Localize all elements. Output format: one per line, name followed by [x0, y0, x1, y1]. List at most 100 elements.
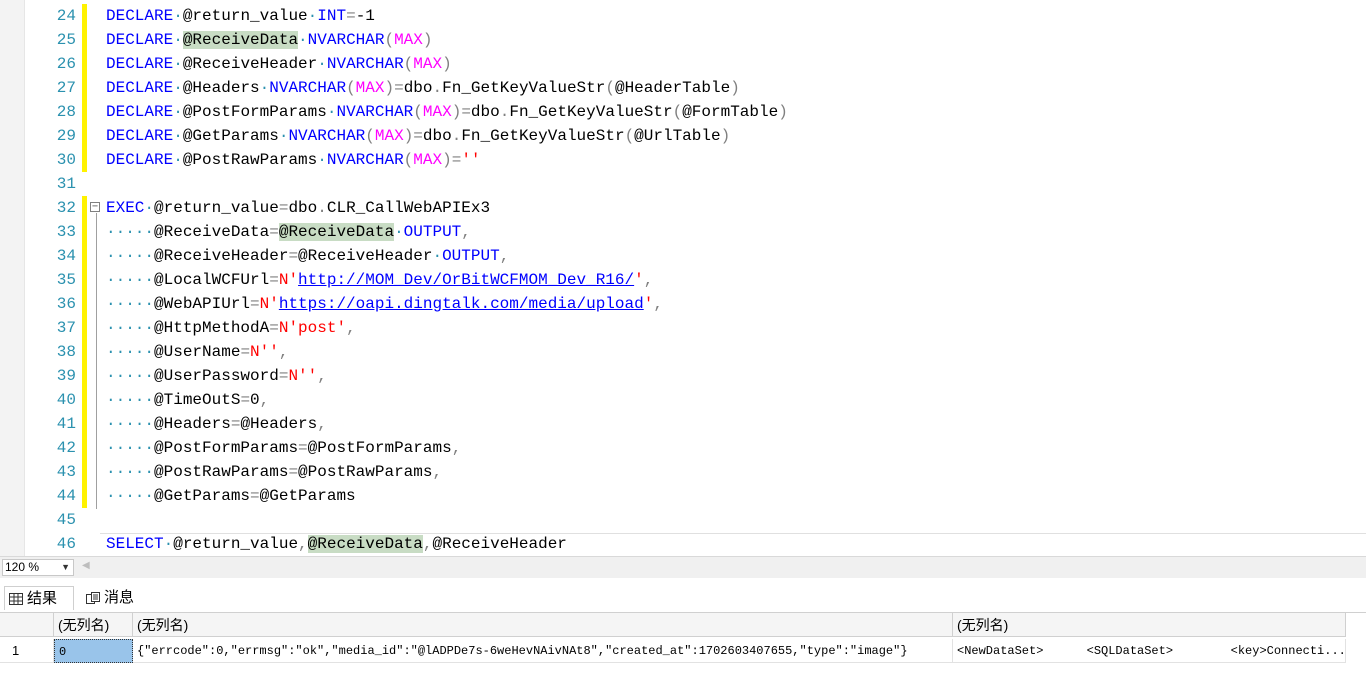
code-token: MAX	[394, 31, 423, 49]
code-url-link[interactable]: https://oapi.dingtalk.com/media/upload	[279, 295, 644, 313]
code-line[interactable]: 43 ·····@PostRawParams=@PostRawParams,	[0, 460, 1366, 484]
code-line[interactable]: 33 ·····@ReceiveData=@ReceiveData·OUTPUT,	[0, 220, 1366, 244]
code-line[interactable]: 27 DECLARE·@Headers·NVARCHAR(MAX)=dbo.Fn_…	[0, 76, 1366, 100]
code-token: MAX	[413, 55, 443, 73]
code-token: =	[230, 415, 241, 433]
table-row[interactable]: 1 0 {"errcode":0,"errmsg":"ok","media_id…	[0, 639, 1366, 663]
code-token: @PostRawParams	[298, 463, 433, 481]
code-line[interactable]: 32 − EXEC·@return_value=dbo.CLR_CallWebAPI…	[0, 196, 1366, 220]
code-token: NVARCHAR	[288, 127, 366, 145]
results-grid[interactable]: (无列名) (无列名) (无列名) 1 0 {"errcode":0,"errm…	[0, 612, 1366, 675]
code-line[interactable]: 29 DECLARE·@GetParams·NVARCHAR(MAX)=dbo.F…	[0, 124, 1366, 148]
code-token: NVARCHAR	[336, 103, 414, 121]
code-token: ·	[173, 79, 183, 97]
code-line[interactable]: 39 ·····@UserPassword=N'',	[0, 364, 1366, 388]
line-number: 40	[56, 391, 76, 409]
code-line[interactable]: 36 ·····@WebAPIUrl=N'https://oapi.dingtal…	[0, 292, 1366, 316]
code-token: ·	[317, 55, 327, 73]
column-header[interactable]: (无列名)	[953, 613, 1346, 637]
grid-cell[interactable]: 0	[54, 639, 133, 663]
code-token: DECLARE	[106, 151, 174, 169]
code-token: ·····	[106, 271, 155, 289]
column-header[interactable]: (无列名)	[54, 613, 133, 637]
change-marker	[82, 340, 87, 364]
code-token: ·····	[106, 319, 155, 337]
code-token: ·	[394, 223, 404, 241]
code-token: @return_value	[182, 7, 308, 25]
code-token: )	[442, 55, 452, 73]
change-marker	[82, 436, 87, 460]
code-text: ·····@Headers=@Headers,	[106, 412, 327, 436]
code-line[interactable]: 26 DECLARE·@ReceiveHeader·NVARCHAR(MAX)	[0, 52, 1366, 76]
code-line[interactable]: 40 ·····@TimeOutS=0,	[0, 388, 1366, 412]
code-line[interactable]: 28 DECLARE·@PostFormParams·NVARCHAR(MAX)=…	[0, 100, 1366, 124]
code-text: ·····@TimeOutS=0,	[106, 388, 269, 412]
line-number: 32	[56, 199, 76, 217]
change-marker	[82, 4, 87, 28]
code-token: INT	[317, 7, 347, 25]
code-token: dbo	[422, 127, 452, 145]
code-line[interactable]: 41 ·····@Headers=@Headers,	[0, 412, 1366, 436]
code-line[interactable]: 34 ·····@ReceiveHeader=@ReceiveHeader·OUT…	[0, 244, 1366, 268]
tab-messages[interactable]: 消息	[82, 586, 152, 610]
code-token: =	[278, 367, 289, 385]
code-token: @Headers	[154, 415, 231, 433]
code-token: ,	[499, 247, 510, 265]
code-line[interactable]: 35 ·····@LocalWCFUrl=N'http://MOM_Dev/OrB…	[0, 268, 1366, 292]
zoom-level-dropdown[interactable]: 120 % ▼	[2, 559, 74, 576]
row-number[interactable]: 1	[0, 639, 54, 663]
code-token: dbo	[403, 79, 433, 97]
code-token: @ReceiveData	[307, 535, 423, 553]
code-token: .	[451, 127, 462, 145]
code-token: SELECT	[106, 535, 164, 553]
code-line[interactable]: 44 ·····@GetParams=@GetParams	[0, 484, 1366, 508]
code-line[interactable]: 37 ·····@HttpMethodA=N'post',	[0, 316, 1366, 340]
code-token: ·····	[106, 295, 155, 313]
code-line[interactable]: 30 DECLARE·@PostRawParams·NVARCHAR(MAX)='…	[0, 148, 1366, 172]
code-line[interactable]: 42 ·····@PostFormParams=@PostFormParams,	[0, 436, 1366, 460]
code-text: ·····@UserName=N'',	[106, 340, 288, 364]
query-editor[interactable]: 24 DECLARE·@return_value·INT=-1 25 DECLARE·…	[0, 0, 1366, 556]
change-marker	[82, 460, 87, 484]
code-token: )	[384, 79, 395, 97]
column-header[interactable]: (无列名)	[133, 613, 953, 637]
code-token: ,	[298, 535, 308, 553]
code-line[interactable]: 25 DECLARE·@ReceiveData·NVARCHAR(MAX)	[0, 28, 1366, 52]
code-token: (	[346, 79, 356, 97]
code-token: ·····	[106, 247, 155, 265]
code-token: @GetParams	[182, 127, 279, 145]
code-token: '	[643, 295, 654, 313]
code-token: ·	[298, 31, 308, 49]
code-line[interactable]: 45	[0, 508, 1366, 532]
code-line[interactable]: 31	[0, 172, 1366, 196]
code-line[interactable]: 24 DECLARE·@return_value·INT=-1	[0, 4, 1366, 28]
code-token: .	[499, 103, 510, 121]
row-header-corner[interactable]	[0, 613, 54, 637]
code-url-link[interactable]: http://MOM_Dev/OrBitWCFMOM_Dev_R16/	[298, 271, 634, 289]
code-text: SELECT·@return_value,@ReceiveData,@Recei…	[106, 532, 567, 556]
collapse-icon[interactable]: −	[90, 202, 100, 212]
line-number: 41	[56, 415, 76, 433]
code-token: )	[422, 31, 433, 49]
scroll-left-icon[interactable]: ◀	[82, 560, 90, 571]
code-token: ·····	[106, 439, 155, 457]
line-number: 24	[56, 7, 76, 25]
code-token: ,	[259, 391, 270, 409]
code-token: MAX	[374, 127, 404, 145]
code-token: (	[672, 103, 683, 121]
change-marker	[82, 364, 87, 388]
grid-icon	[9, 593, 23, 605]
grid-cell[interactable]: {"errcode":0,"errmsg":"ok","media_id":"@…	[133, 639, 953, 663]
code-line[interactable]: 38 ·····@UserName=N'',	[0, 340, 1366, 364]
grid-cell[interactable]: <NewDataSet> <SQLDataSet> <key>Connecti.…	[953, 639, 1346, 663]
line-number: 29	[56, 127, 76, 145]
code-token: =	[346, 7, 356, 25]
code-token: =	[240, 391, 251, 409]
line-number: 35	[56, 271, 76, 289]
code-line[interactable]: 46 SELECT·@return_value,@ReceiveData,@Rec…	[0, 532, 1366, 556]
code-token: =	[451, 151, 462, 169]
tab-results[interactable]: 结果	[4, 586, 74, 610]
code-token: @PostFormParams	[307, 439, 452, 457]
code-token: ·····	[106, 223, 155, 241]
code-token: ,	[278, 343, 289, 361]
